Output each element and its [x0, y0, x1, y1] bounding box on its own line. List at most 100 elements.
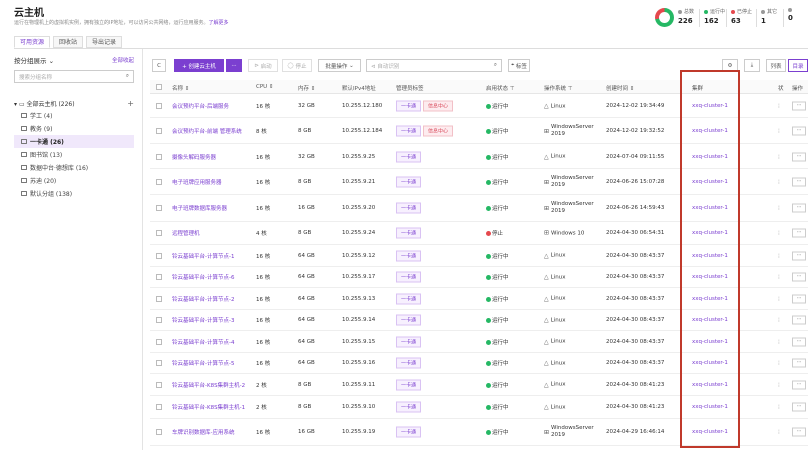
- group-item[interactable]: 学工 (4): [14, 109, 134, 122]
- ip-value: 10.255.9.25: [342, 153, 376, 160]
- row-checkbox[interactable]: [156, 230, 162, 237]
- vm-name-link[interactable]: 会议预约平台-前端 管理系统: [172, 127, 242, 135]
- stat-3: 其它 1: [761, 9, 778, 25]
- vm-name-link[interactable]: 远程管理机: [172, 229, 200, 237]
- state-cell: ¦: [778, 128, 780, 134]
- group-item[interactable]: 教务 (9): [14, 122, 134, 135]
- memory-value: 8 GB: [298, 230, 312, 237]
- row-more-button[interactable]: ···: [792, 337, 806, 347]
- collapse-all-link[interactable]: 全部收起: [112, 56, 134, 64]
- col-created[interactable]: 创建时间 ⇕: [606, 84, 634, 92]
- os-value: △ Linux: [544, 403, 566, 411]
- download-button[interactable]: ⤓: [744, 59, 760, 72]
- admin-tags: 一卡通 信息中心: [396, 100, 455, 112]
- row-checkbox[interactable]: [156, 338, 162, 345]
- row-more-button[interactable]: ···: [792, 294, 806, 304]
- dir-view-button[interactable]: 目录: [788, 59, 808, 72]
- tab-export-records[interactable]: 导出记录: [86, 36, 123, 48]
- vm-name-link[interactable]: 摄像头解码服务器: [172, 153, 216, 161]
- row-more-button[interactable]: ···: [792, 315, 806, 325]
- row-checkbox[interactable]: [156, 381, 162, 388]
- page-title: 云主机: [14, 8, 44, 19]
- row-more-button[interactable]: ···: [792, 228, 806, 238]
- create-vm-button[interactable]: + 创建云主机: [174, 59, 224, 72]
- admin-tag: 一卡通: [396, 401, 422, 413]
- row-more-button[interactable]: ···: [792, 272, 806, 282]
- vm-name-link[interactable]: 铃云基础平台-计算节点-1: [172, 252, 234, 260]
- group-item[interactable]: 苏迪 (20): [14, 174, 134, 187]
- row-checkbox[interactable]: [156, 274, 162, 281]
- row-checkbox[interactable]: [156, 317, 162, 324]
- row-checkbox[interactable]: [156, 179, 162, 185]
- folder-icon: [21, 139, 27, 144]
- memory-value: 32 GB: [298, 103, 315, 109]
- row-more-button[interactable]: ···: [792, 101, 806, 111]
- row-more-button[interactable]: ···: [792, 358, 806, 368]
- refresh-button[interactable]: C: [152, 59, 166, 72]
- group-item[interactable]: 一卡通 (26): [14, 135, 134, 148]
- tag-filter-button[interactable]: ⌖ 标签: [508, 59, 530, 72]
- vm-name-link[interactable]: 电子班牌数据库服务器: [172, 204, 227, 212]
- vm-name-link[interactable]: 车牌识别数据库-应用系统: [172, 428, 235, 436]
- group-view-selector[interactable]: 按分组展示 ⌄: [14, 55, 54, 65]
- row-checkbox[interactable]: [156, 295, 162, 302]
- row-more-button[interactable]: ···: [792, 152, 806, 161]
- group-search-input[interactable]: 搜索分组名称 ⌕: [14, 70, 134, 83]
- tab-available[interactable]: 可用资源: [14, 36, 51, 48]
- created-time: 2024-04-30 08:43:37: [606, 274, 665, 281]
- group-item[interactable]: 数据中台·德想库 (16): [14, 161, 134, 174]
- row-checkbox[interactable]: [156, 252, 162, 259]
- col-memory[interactable]: 内存 ⇕: [298, 84, 315, 92]
- admin-tags: 一卡通: [396, 336, 423, 348]
- start-button[interactable]: ⊳ 启动: [248, 59, 278, 72]
- row-more-button[interactable]: ···: [792, 402, 806, 412]
- ip-value: 10.255.12.184: [342, 128, 383, 134]
- vm-name-link[interactable]: 电子班牌应用服务器: [172, 178, 222, 186]
- row-checkbox[interactable]: [156, 128, 162, 134]
- col-status[interactable]: 启用状态 ⊤: [486, 84, 515, 92]
- group-item[interactable]: 图书馆 (13): [14, 148, 134, 161]
- add-group-icon[interactable]: +: [127, 99, 134, 108]
- ip-value: 10.255.9.14: [342, 317, 376, 324]
- row-checkbox[interactable]: [156, 153, 162, 160]
- row-more-button[interactable]: ···: [792, 203, 806, 213]
- tab-recycle-bin[interactable]: 回收站: [53, 36, 84, 48]
- vm-name-link[interactable]: 会议预约平台-后端服务: [172, 102, 229, 110]
- vm-name-link[interactable]: 铃云基础平台-计算节点-5: [172, 359, 234, 367]
- row-checkbox[interactable]: [156, 429, 162, 436]
- select-all-checkbox[interactable]: [156, 84, 162, 90]
- stop-button[interactable]: ◯ 停止: [282, 59, 312, 72]
- vm-name-link[interactable]: 铃云基础平台-计算节点-4: [172, 338, 234, 346]
- tag-icon: ⌖: [511, 62, 515, 68]
- col-name[interactable]: 名称 ⇕: [172, 84, 189, 92]
- row-more-button[interactable]: ···: [792, 427, 806, 437]
- vm-name-link[interactable]: 铃云基础平台-计算节点-3: [172, 316, 234, 324]
- row-more-button[interactable]: ···: [792, 126, 806, 136]
- stat-4: 0: [788, 8, 794, 22]
- tree-root[interactable]: ▾ ▭ 全部云主机 (226) +: [14, 98, 134, 109]
- ip-value: 10.255.9.12: [342, 252, 376, 259]
- row-checkbox[interactable]: [156, 103, 162, 109]
- vm-name-link[interactable]: 铃云基础平台-计算节点-2: [172, 295, 234, 303]
- row-checkbox[interactable]: [156, 404, 162, 410]
- vm-name-link[interactable]: 铃云基础平台-计算节点-6: [172, 273, 234, 281]
- list-view-button[interactable]: 列表: [766, 59, 786, 72]
- col-os[interactable]: 操作系统 ⊤: [544, 84, 573, 92]
- vm-search-input[interactable]: ⊲ 自动识别 ⌕: [366, 59, 502, 72]
- row-more-button[interactable]: ···: [792, 177, 806, 187]
- col-cpu[interactable]: CPU ⇕: [256, 84, 274, 90]
- admin-tags: 一卡通: [396, 401, 423, 413]
- os-value: ⊞ WindowsServer 2019: [544, 201, 594, 215]
- learn-more-link[interactable]: 了解更多: [209, 20, 229, 26]
- group-item[interactable]: 默认分组 (138): [14, 187, 134, 200]
- row-more-button[interactable]: ···: [792, 380, 806, 390]
- vm-name-link[interactable]: 铃云基础平台-K8S集群主机-1: [172, 403, 245, 411]
- col-actions: 操作: [792, 86, 804, 92]
- row-checkbox[interactable]: [156, 205, 162, 212]
- row-more-button[interactable]: ···: [792, 251, 806, 261]
- create-more-button[interactable]: ···: [226, 59, 242, 72]
- vm-name-link[interactable]: 铃云基础平台-K8S集群主机-2: [172, 381, 245, 389]
- row-checkbox[interactable]: [156, 360, 162, 367]
- cpu-value: 2 核: [256, 382, 267, 389]
- batch-ops-dropdown[interactable]: 批量操作 ⌄: [318, 59, 361, 72]
